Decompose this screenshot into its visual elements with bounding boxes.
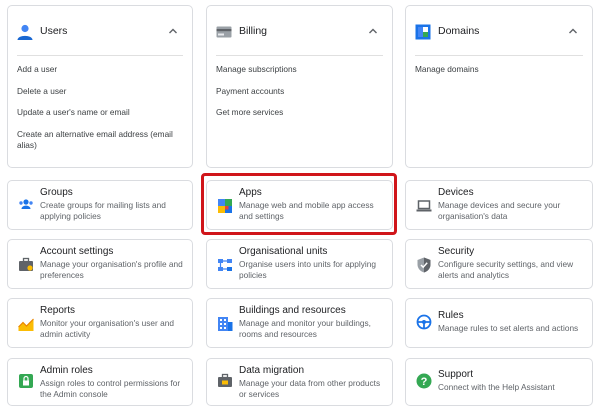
- groups-card[interactable]: Groups Create groups for mailing lists a…: [7, 180, 193, 230]
- get-more-services-link[interactable]: Get more services: [216, 107, 384, 118]
- security-card[interactable]: Security Configure security settings, an…: [405, 239, 593, 289]
- chevron-up-icon[interactable]: [568, 26, 578, 36]
- reports-description: Monitor your organisation's user and adm…: [40, 318, 174, 339]
- svg-text:?: ?: [421, 376, 428, 388]
- account-settings-description: Manage your organisation's profile and p…: [40, 259, 183, 280]
- person-icon: [17, 24, 33, 40]
- buildings-description: Manage and monitor your buildings, rooms…: [239, 318, 371, 339]
- billing-card-title: Billing: [239, 25, 268, 37]
- delete-user-link[interactable]: Delete a user: [17, 86, 184, 97]
- users-card[interactable]: Users Add a user Delete a user Update a …: [7, 5, 193, 168]
- payment-accounts-link[interactable]: Payment accounts: [216, 86, 384, 97]
- credit-card-icon: [216, 26, 232, 38]
- reports-card[interactable]: Reports Monitor your organisation's user…: [7, 298, 193, 348]
- org-units-card[interactable]: Organisational units Organise users into…: [206, 239, 393, 289]
- add-user-link[interactable]: Add a user: [17, 64, 184, 75]
- domains-card[interactable]: Domains Manage domains: [405, 5, 593, 168]
- support-title: Support: [438, 369, 474, 380]
- security-description: Configure security settings, and view al…: [438, 259, 574, 280]
- devices-title: Devices: [438, 187, 474, 198]
- manage-subscriptions-link[interactable]: Manage subscriptions: [216, 64, 384, 75]
- users-card-title: Users: [40, 25, 68, 37]
- groups-icon: [19, 199, 33, 209]
- devices-card[interactable]: Devices Manage devices and secure your o…: [405, 180, 593, 230]
- laptop-icon: [416, 200, 432, 212]
- buildings-title: Buildings and resources: [239, 305, 346, 316]
- data-migration-card[interactable]: Data migration Manage your data from oth…: [206, 358, 393, 406]
- domains-links: Manage domains: [415, 64, 584, 86]
- admin-roles-description: Assign roles to control permissions for …: [40, 378, 181, 399]
- groups-title: Groups: [40, 187, 73, 198]
- billing-card[interactable]: Billing Manage subscriptions Payment acc…: [206, 5, 393, 168]
- billing-links: Manage subscriptions Payment accounts Ge…: [216, 64, 384, 129]
- org-units-icon: [218, 259, 232, 271]
- org-units-description: Organise users into units for applying p…: [239, 259, 376, 280]
- divider: [216, 55, 383, 56]
- divider: [17, 55, 183, 56]
- lock-icon: [19, 374, 33, 388]
- chevron-up-icon[interactable]: [168, 26, 178, 36]
- create-alias-link[interactable]: Create an alternative email address (ema…: [17, 129, 184, 151]
- reports-chart-icon: [18, 318, 34, 331]
- buildings-card[interactable]: Buildings and resources Manage and monit…: [206, 298, 393, 348]
- data-migration-title: Data migration: [239, 365, 305, 376]
- account-settings-title: Account settings: [40, 246, 114, 257]
- domain-icon: [415, 24, 431, 40]
- help-icon: ?: [416, 373, 432, 389]
- apps-highlight-box: [201, 173, 397, 235]
- divider: [415, 55, 583, 56]
- devices-description: Manage devices and secure your organisat…: [438, 200, 561, 221]
- billing-card-header[interactable]: Billing: [207, 6, 392, 56]
- reports-title: Reports: [40, 305, 76, 316]
- rules-icon: [416, 314, 432, 330]
- rules-title: Rules: [438, 310, 464, 321]
- chevron-up-icon[interactable]: [368, 26, 378, 36]
- groups-description: Create groups for mailing lists and appl…: [40, 200, 166, 221]
- admin-roles-card[interactable]: Admin roles Assign roles to control perm…: [7, 358, 193, 406]
- users-card-header[interactable]: Users: [8, 6, 192, 56]
- security-title: Security: [438, 246, 475, 257]
- support-description: Connect with the Help Assistant: [438, 382, 555, 392]
- users-links: Add a user Delete a user Update a user's…: [17, 64, 184, 161]
- org-units-title: Organisational units: [239, 246, 328, 257]
- migration-icon: [218, 373, 232, 387]
- account-settings-card[interactable]: Account settings Manage your organisatio…: [7, 239, 193, 289]
- rules-card[interactable]: Rules Manage rules to set alerts and act…: [405, 298, 593, 348]
- admin-roles-title: Admin roles: [40, 365, 93, 376]
- domains-card-title: Domains: [438, 25, 480, 37]
- update-user-link[interactable]: Update a user's name or email: [17, 107, 184, 118]
- domains-card-header[interactable]: Domains: [406, 6, 592, 56]
- support-card[interactable]: ? Support Connect with the Help Assistan…: [405, 358, 593, 406]
- data-migration-description: Manage your data from other products or …: [239, 378, 381, 399]
- shield-icon: [417, 257, 431, 273]
- manage-domains-link[interactable]: Manage domains: [415, 64, 584, 75]
- rules-description: Manage rules to set alerts and actions: [438, 323, 579, 333]
- briefcase-icon: [19, 257, 33, 271]
- buildings-icon: [218, 317, 233, 331]
